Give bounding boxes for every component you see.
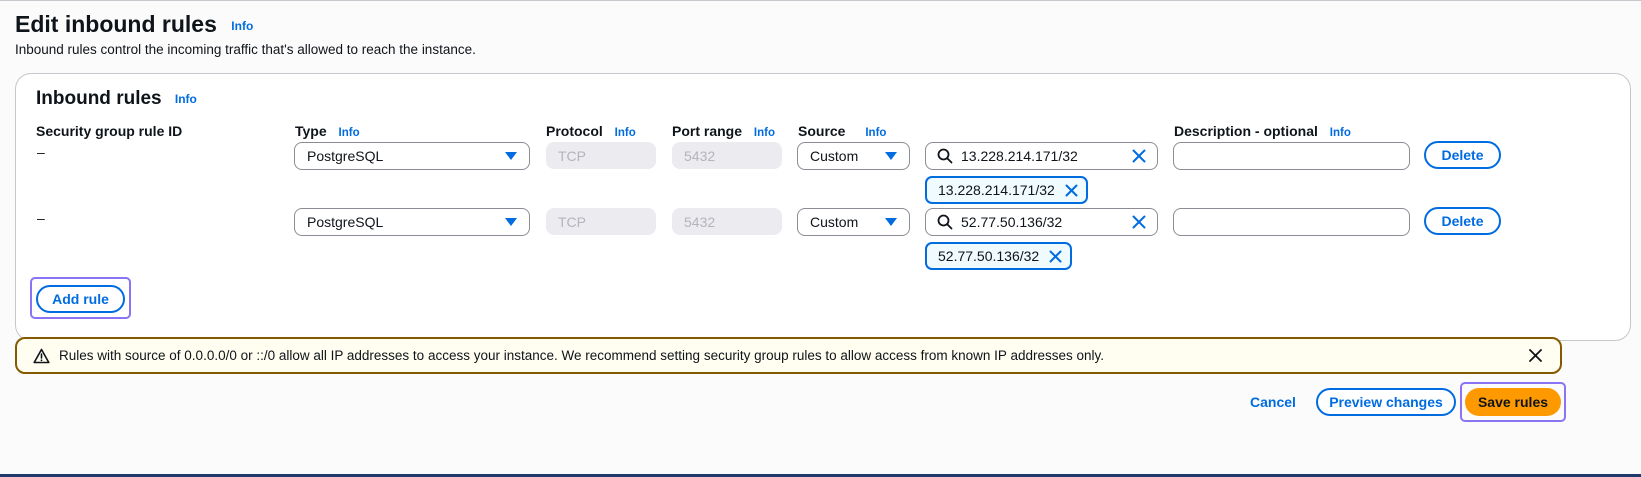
column-header-rule-id: Security group rule ID — [36, 123, 182, 139]
rule-2-id: – — [37, 210, 45, 226]
clear-icon[interactable] — [1132, 215, 1146, 229]
panel-title: Inbound rules Info — [36, 88, 197, 110]
rule-1-type-value: PostgreSQL — [307, 148, 384, 164]
rule-1-delete-button[interactable]: Delete — [1424, 141, 1501, 169]
preview-changes-button[interactable]: Preview changes — [1316, 388, 1456, 416]
inbound-rules-panel: Inbound rules Info Security group rule I… — [15, 73, 1631, 341]
rule-1-cidr-search-input[interactable]: 13.228.214.171/32 — [925, 142, 1158, 170]
warning-alert: Rules with source of 0.0.0.0/0 or ::/0 a… — [15, 337, 1562, 374]
rule-1-description-input[interactable] — [1173, 142, 1410, 170]
port-range-info-link[interactable]: Info — [754, 127, 775, 139]
warning-icon — [33, 348, 50, 363]
rule-2-cidr-token: 52.77.50.136/32 — [925, 242, 1073, 270]
protocol-info-link[interactable]: Info — [615, 127, 636, 139]
rule-2-type-value: PostgreSQL — [307, 214, 384, 230]
column-header-description: Description - optional Info — [1174, 123, 1351, 139]
description-info-link[interactable]: Info — [1330, 127, 1351, 139]
rule-2-description-input[interactable] — [1173, 208, 1410, 236]
column-header-rule-id-label: Security group rule ID — [36, 123, 183, 139]
caret-down-icon — [505, 218, 517, 226]
column-header-type: Type Info — [295, 123, 360, 139]
rule-1-protocol-field: TCP — [546, 142, 656, 169]
column-header-protocol: Protocol Info — [546, 123, 636, 139]
page-title: Edit inbound rules Info — [15, 11, 253, 38]
rule-2-source-value: Custom — [810, 214, 859, 230]
column-header-protocol-label: Protocol — [546, 123, 603, 139]
rule-2-cidr-search-value: 52.77.50.136/32 — [961, 214, 1063, 230]
page-description: Inbound rules control the incoming traff… — [15, 42, 476, 57]
rule-1-cidr-token: 13.228.214.171/32 — [925, 176, 1088, 204]
rule-1-source-select[interactable]: Custom — [797, 142, 910, 170]
column-header-description-label: Description - optional — [1174, 123, 1318, 139]
page-title-info-link[interactable]: Info — [231, 19, 253, 33]
cancel-button[interactable]: Cancel — [1250, 394, 1296, 410]
rule-2-delete-button[interactable]: Delete — [1424, 207, 1501, 235]
caret-down-icon — [505, 152, 517, 160]
caret-down-icon — [885, 218, 897, 226]
rule-2-protocol-field: TCP — [546, 208, 656, 235]
save-rules-button[interactable]: Save rules — [1465, 388, 1561, 416]
warning-alert-text: Rules with source of 0.0.0.0/0 or ::/0 a… — [59, 348, 1104, 363]
column-header-port-range-label: Port range — [672, 123, 743, 139]
remove-token-icon[interactable] — [1065, 184, 1078, 197]
rule-1-cidr-token-label: 13.228.214.171/32 — [938, 182, 1055, 198]
rule-1-cidr-search-value: 13.228.214.171/32 — [961, 148, 1078, 164]
rule-1-source-value: Custom — [810, 148, 859, 164]
panel-title-text: Inbound rules — [36, 88, 162, 109]
remove-token-icon[interactable] — [1049, 250, 1062, 263]
rule-2-port-range-field: 5432 — [672, 208, 782, 235]
search-icon — [937, 148, 953, 164]
column-header-source: Source Info — [798, 123, 886, 139]
panel-title-info-link[interactable]: Info — [175, 92, 197, 106]
source-info-link[interactable]: Info — [865, 127, 886, 139]
rule-2-cidr-token-label: 52.77.50.136/32 — [938, 248, 1040, 264]
type-info-link[interactable]: Info — [339, 127, 360, 139]
column-header-source-label: Source — [798, 123, 846, 139]
rule-1-type-select[interactable]: PostgreSQL — [294, 142, 530, 170]
rule-1-port-range-field: 5432 — [672, 142, 782, 169]
rule-2-cidr-search-input[interactable]: 52.77.50.136/32 — [925, 208, 1158, 236]
column-header-type-label: Type — [295, 123, 327, 139]
search-icon — [937, 214, 953, 230]
rule-2-type-select[interactable]: PostgreSQL — [294, 208, 530, 236]
rule-2-source-select[interactable]: Custom — [797, 208, 910, 236]
add-rule-button[interactable]: Add rule — [36, 285, 125, 313]
column-header-port-range: Port range Info — [672, 123, 775, 139]
clear-icon[interactable] — [1132, 149, 1146, 163]
dismiss-icon[interactable] — [1529, 349, 1542, 362]
page-title-text: Edit inbound rules — [15, 11, 217, 37]
caret-down-icon — [885, 152, 897, 160]
rule-1-id: – — [37, 144, 45, 160]
